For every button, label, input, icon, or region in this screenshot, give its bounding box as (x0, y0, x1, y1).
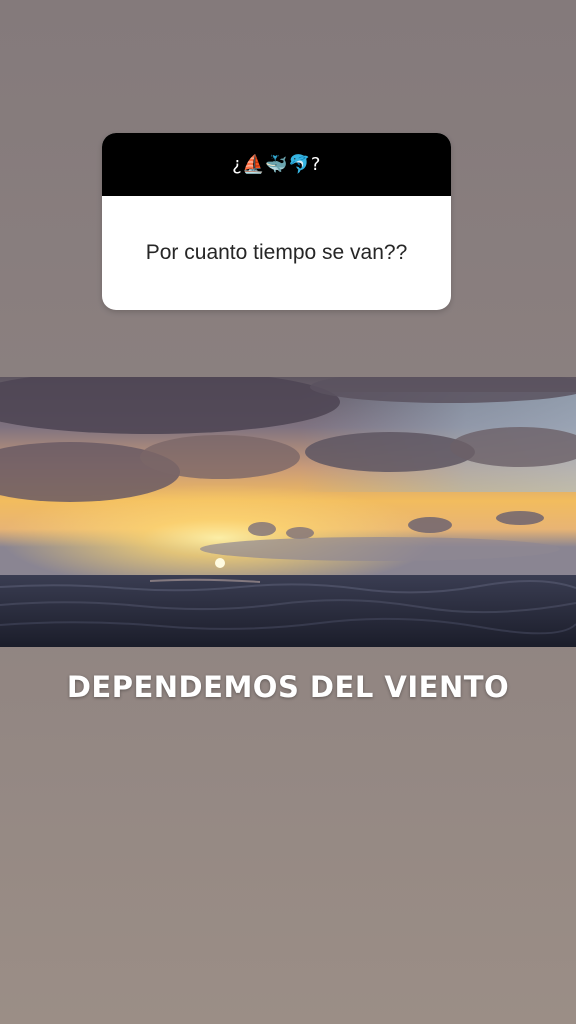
question-text: Por cuanto tiempo se van?? (145, 241, 408, 264)
sunset-ocean-photo (0, 377, 576, 647)
story-caption: DEPENDEMOS DEL VIENTO (66, 670, 510, 704)
question-sticker[interactable]: ¿⛵🐳🐬? Por cuanto tiempo se van?? (102, 133, 451, 310)
question-sticker-body: Por cuanto tiempo se van?? (102, 196, 451, 310)
question-sticker-emoji-label: ¿⛵🐳🐬? (232, 154, 321, 175)
question-sticker-header: ¿⛵🐳🐬? (102, 133, 451, 196)
